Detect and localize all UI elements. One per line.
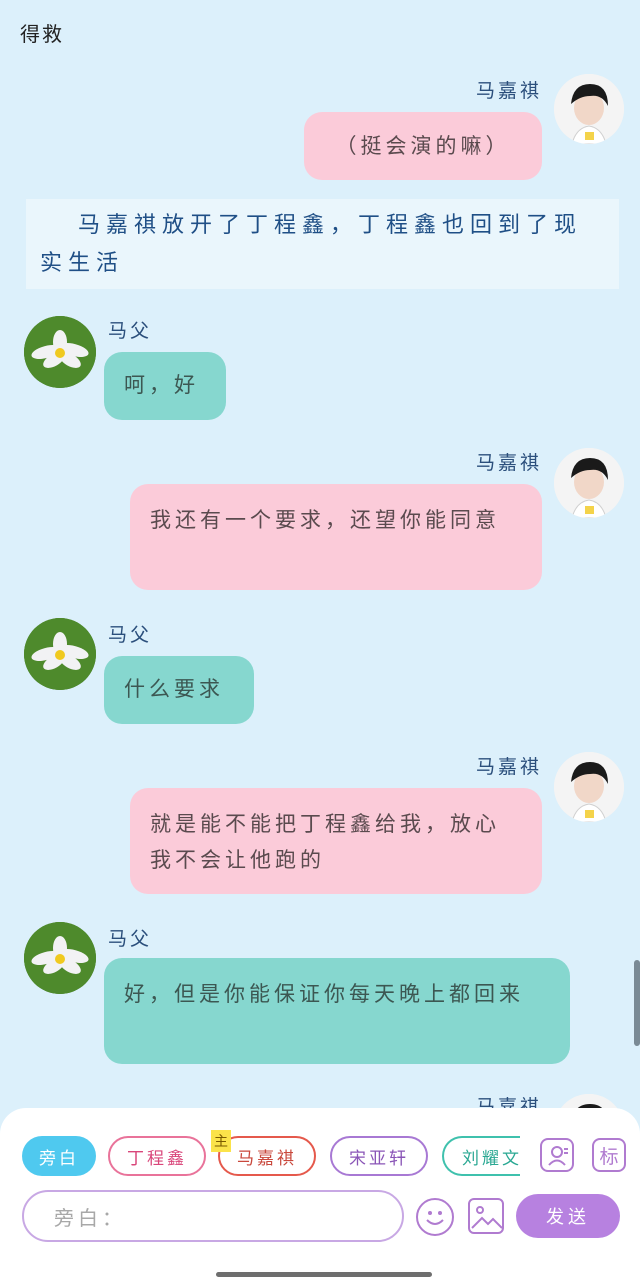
- sender-name: 马嘉祺: [476, 756, 543, 778]
- narration-bubble: 马嘉祺放开了丁程鑫，丁程鑫也回到了现实生活: [26, 199, 619, 289]
- emoji-icon[interactable]: [416, 1198, 454, 1236]
- role-chip-narration[interactable]: 旁白: [22, 1136, 96, 1176]
- scrollbar[interactable]: [634, 960, 640, 1046]
- home-indicator[interactable]: [216, 1272, 432, 1277]
- gesture-area: [0, 1246, 640, 1279]
- sender-name: 马父: [108, 624, 153, 646]
- role-chip-songyaxuan[interactable]: 宋亚轩: [330, 1136, 428, 1176]
- sender-name: 马嘉祺: [476, 452, 543, 474]
- top-bar: 得救: [0, 0, 640, 64]
- message-bubble: 好，但是你能保证你每天晚上都回来: [104, 958, 570, 1064]
- sender-name: 马嘉祺: [476, 80, 543, 102]
- main-role-badge: 主: [211, 1130, 231, 1152]
- message-bubble: （挺会演的嘛）: [304, 112, 542, 180]
- person-card-icon[interactable]: [540, 1138, 574, 1172]
- avatar-majiaqi[interactable]: [554, 448, 624, 518]
- message-bubble: 呵，好: [104, 352, 226, 420]
- image-icon[interactable]: [468, 1198, 504, 1234]
- role-chip-majiaqi[interactable]: 马嘉祺: [218, 1136, 316, 1176]
- avatar-majiaqi[interactable]: [554, 752, 624, 822]
- role-chip-liuyaowen[interactable]: 刘耀文: [442, 1136, 520, 1176]
- input-panel: 旁白 丁程鑫 马嘉祺 主 宋亚轩 刘耀文 标 旁白： 发送: [0, 1108, 640, 1246]
- page-title: 得救: [20, 22, 64, 46]
- sender-name: 马父: [108, 320, 153, 342]
- avatar-mafu[interactable]: [24, 618, 96, 690]
- chat-area[interactable]: 马嘉祺 （挺会演的嘛） 马嘉祺放开了丁程鑫，丁程鑫也回到了现实生活 马父 呵，好…: [0, 64, 640, 1110]
- mark-icon[interactable]: 标: [592, 1138, 626, 1172]
- role-chip-dingchengxin[interactable]: 丁程鑫: [108, 1136, 206, 1176]
- send-button[interactable]: 发送: [516, 1194, 620, 1238]
- message-bubble: 我还有一个要求，还望你能同意: [130, 484, 542, 590]
- avatar-mafu[interactable]: [24, 316, 96, 388]
- message-input[interactable]: 旁白：: [22, 1190, 404, 1242]
- message-bubble: 什么要求: [104, 656, 254, 724]
- sender-name: 马父: [108, 928, 153, 950]
- avatar-mafu[interactable]: [24, 922, 96, 994]
- message-bubble: 就是能不能把丁程鑫给我，放心我不会让他跑的: [130, 788, 542, 894]
- avatar-majiaqi[interactable]: [554, 74, 624, 144]
